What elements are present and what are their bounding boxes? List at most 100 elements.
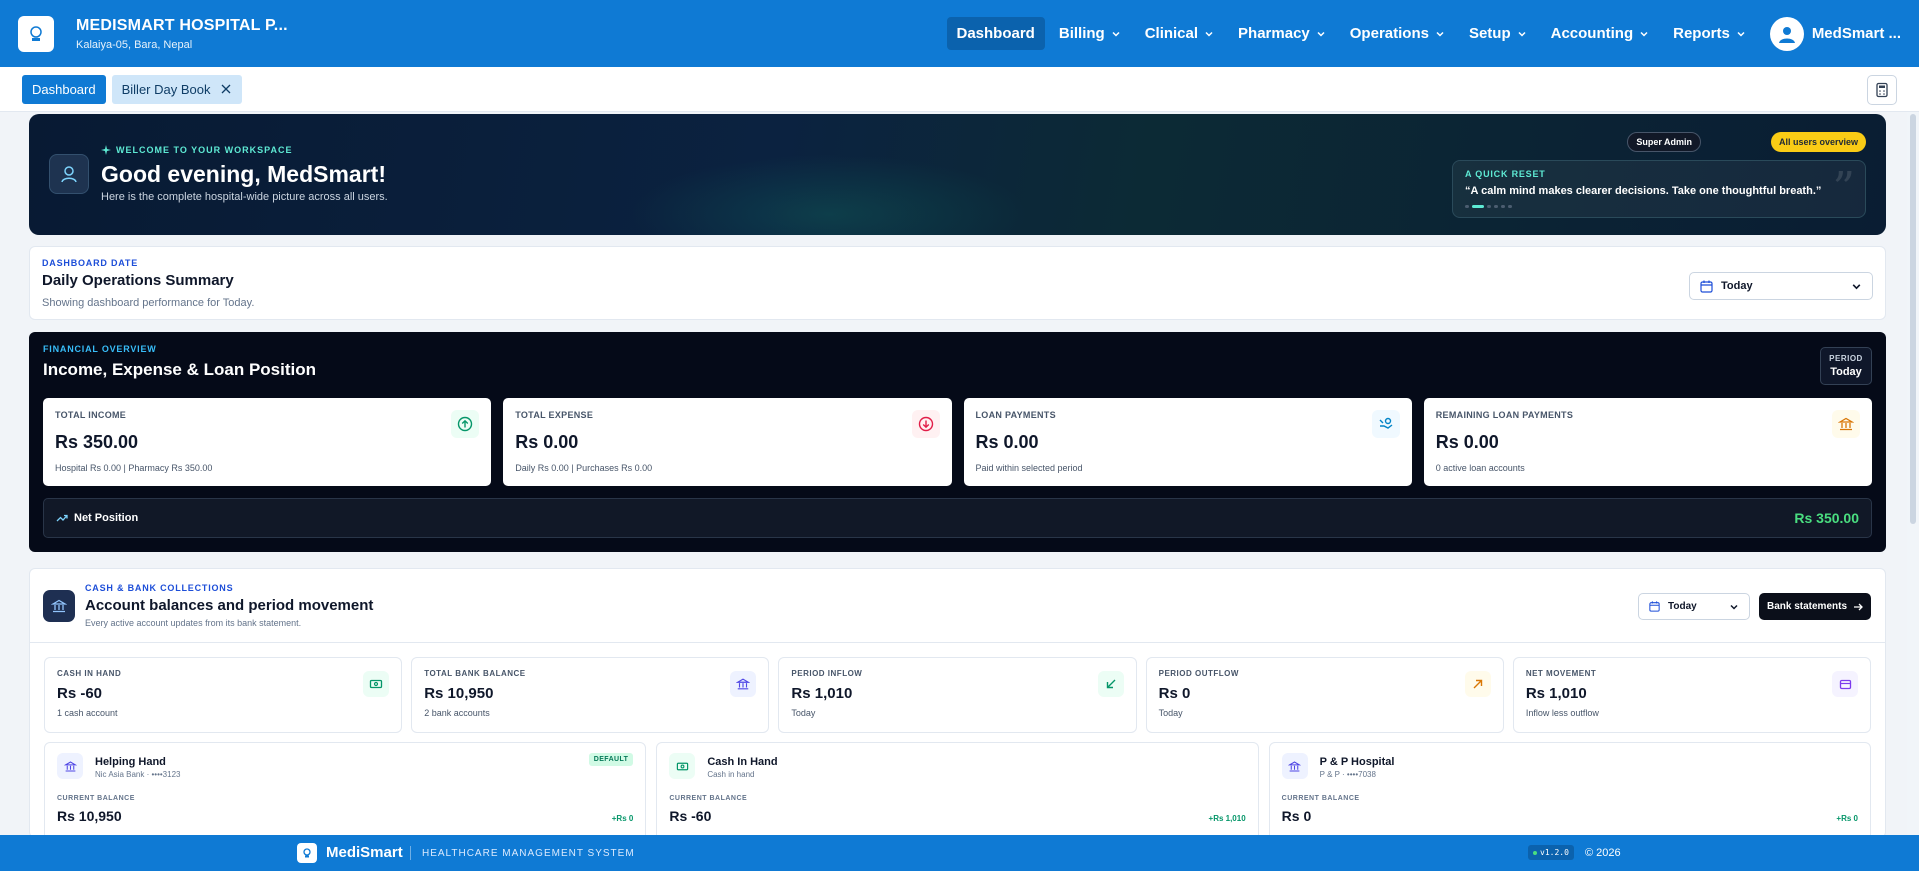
tab-bar: Dashboard Biller Day Book [0,67,1919,112]
date-range-select[interactable]: Today [1689,272,1873,300]
stat-label: NET MOVEMENT [1525,669,1597,678]
nav-label: Billing [1058,25,1105,42]
balance-change: +Rs 1,010 [1208,814,1246,823]
nav-reports[interactable]: Reports [1663,17,1756,50]
account-card-pp-hospital[interactable]: P & P Hospital P & P · ••••7038 CURRENT … [1268,742,1871,837]
hospital-logo[interactable] [18,15,54,52]
bank-icon [43,590,75,622]
footer-divider [410,846,411,860]
card-subtext: 0 active loan accounts [1435,463,1525,473]
user-menu[interactable]: MedSmart ... [1769,16,1901,51]
welcome-kicker-text: WELCOME TO YOUR WORKSPACE [116,145,293,155]
top-navbar: MEDISMART HOSPITAL P... Kalaiya-05, Bara… [0,0,1919,67]
nav-dashboard[interactable]: Dashboard [946,17,1045,50]
carousel-dot[interactable] [1465,205,1469,208]
card-value: Rs 0.00 [975,432,1039,452]
chevron-down-icon [1852,283,1861,289]
quote-kicker: A QUICK RESET [1465,169,1546,179]
chevron-down-icon [1737,31,1745,37]
total-income-card: TOTAL INCOME Rs 350.00 Hospital Rs 0.00 … [43,398,492,486]
greeting-title: Good evening, MedSmart! [101,161,386,187]
footer-brand: MediSmart [326,844,403,861]
card-subtext: Paid within selected period [975,463,1083,473]
arrow-down-circle-icon [911,410,940,438]
chevron-down-icon [1317,31,1325,37]
nav-label: Reports [1673,25,1730,42]
tab-label: Biller Day Book [121,81,211,97]
carousel-dot[interactable] [1501,205,1505,208]
account-cards: Helping Hand Nic Asia Bank · ••••3123 DE… [44,742,1871,837]
card-subtext: Hospital Rs 0.00 | Pharmacy Rs 350.00 [55,463,213,473]
status-dot-icon [1533,850,1537,855]
cash-bank-section: CASH & BANK COLLECTIONS Account balances… [29,568,1886,838]
arrow-down-left-icon [1097,671,1124,697]
period-label: PERIOD [1829,354,1863,363]
account-name: Helping Hand [95,756,166,768]
nav-setup[interactable]: Setup [1459,17,1537,50]
carousel-dot[interactable] [1494,205,1498,208]
quote-text: “A calm mind makes clearer decisions. Ta… [1465,185,1822,197]
cash-kicker: CASH & BANK COLLECTIONS [85,583,234,593]
balance-value: Rs 0 [1281,808,1312,824]
tab-label: Dashboard [32,81,96,97]
date-card-title: Daily Operations Summary [42,272,234,289]
scope-badge: All users overview [1770,132,1866,152]
balance-value: Rs -60 [669,808,712,824]
card-label: TOTAL INCOME [55,410,127,420]
balance-label: CURRENT BALANCE [57,795,135,802]
quote-carousel-dots[interactable] [1465,205,1853,208]
stat-value: Rs 1,010 [1525,685,1587,702]
nav-accounting[interactable]: Accounting [1541,17,1660,50]
balance-change: +Rs 0 [611,814,634,823]
carousel-dot[interactable] [1487,205,1491,208]
scrollbar-thumb[interactable] [1910,114,1916,524]
chevron-down-icon [1640,31,1648,37]
nav-billing[interactable]: Billing [1049,17,1131,50]
chevron-down-icon [1436,31,1444,37]
stat-subtext: Today [791,708,816,718]
stat-subtext: Inflow less outflow [1525,708,1599,718]
page-scrollbar[interactable] [1907,112,1919,835]
net-position-label: Net Position [74,512,139,524]
tab-biller-day-book[interactable]: Biller Day Book [111,74,243,104]
calculator-icon [1876,82,1888,98]
stat-label: PERIOD OUTFLOW [1158,669,1239,678]
account-card-cash-in-hand[interactable]: Cash In Hand Cash in hand CURRENT BALANC… [656,742,1259,837]
banner-glow [629,154,1029,235]
stat-label: PERIOD INFLOW [791,669,863,678]
carousel-dot[interactable] [1508,205,1512,208]
dashboard-content: WELCOME TO YOUR WORKSPACE Good evening, … [29,114,1886,838]
nav-clinical[interactable]: Clinical [1135,17,1224,50]
chevron-down-icon [1205,31,1213,37]
user-name: MedSmart ... [1811,25,1901,42]
banknote-icon [669,753,696,779]
date-card-subtitle: Showing dashboard performance for Today. [42,297,255,309]
footer-copyright: © 2026 [1585,847,1621,859]
stat-value: Rs 0 [1158,685,1191,702]
cash-stats: CASH IN HAND Rs -60 1 cash account TOTAL… [44,657,1872,733]
balance-change: +Rs 0 [1836,814,1858,823]
account-detail: Cash in hand [707,770,755,779]
account-card-helping-hand[interactable]: Helping Hand Nic Asia Bank · ••••3123 DE… [44,742,647,837]
footer-logo-icon [297,843,317,863]
tab-dashboard[interactable]: Dashboard [22,74,106,104]
financial-overview: FINANCIAL OVERVIEW Income, Expense & Loa… [29,332,1886,552]
net-position-bar: Net Position Rs 350.00 [43,498,1872,538]
banknote-icon [363,671,390,697]
stat-label: CASH IN HAND [57,669,122,678]
bank-statements-button[interactable]: Bank statements [1759,593,1871,620]
stat-label: TOTAL BANK BALANCE [424,669,526,678]
carousel-dot-active[interactable] [1472,205,1484,208]
balance-label: CURRENT BALANCE [669,795,748,802]
close-icon[interactable] [220,83,232,95]
nav-operations[interactable]: Operations [1340,17,1455,50]
calculator-button[interactable] [1867,75,1897,105]
nav-pharmacy[interactable]: Pharmacy [1228,17,1336,50]
wallet-icon [1832,671,1859,697]
chevron-down-icon [1730,604,1738,610]
calendar-icon [1649,601,1660,612]
nav-label: Operations [1349,25,1429,42]
sparkle-icon [101,145,111,155]
cash-period-select[interactable]: Today [1638,593,1750,620]
chevron-down-icon [1112,31,1120,37]
